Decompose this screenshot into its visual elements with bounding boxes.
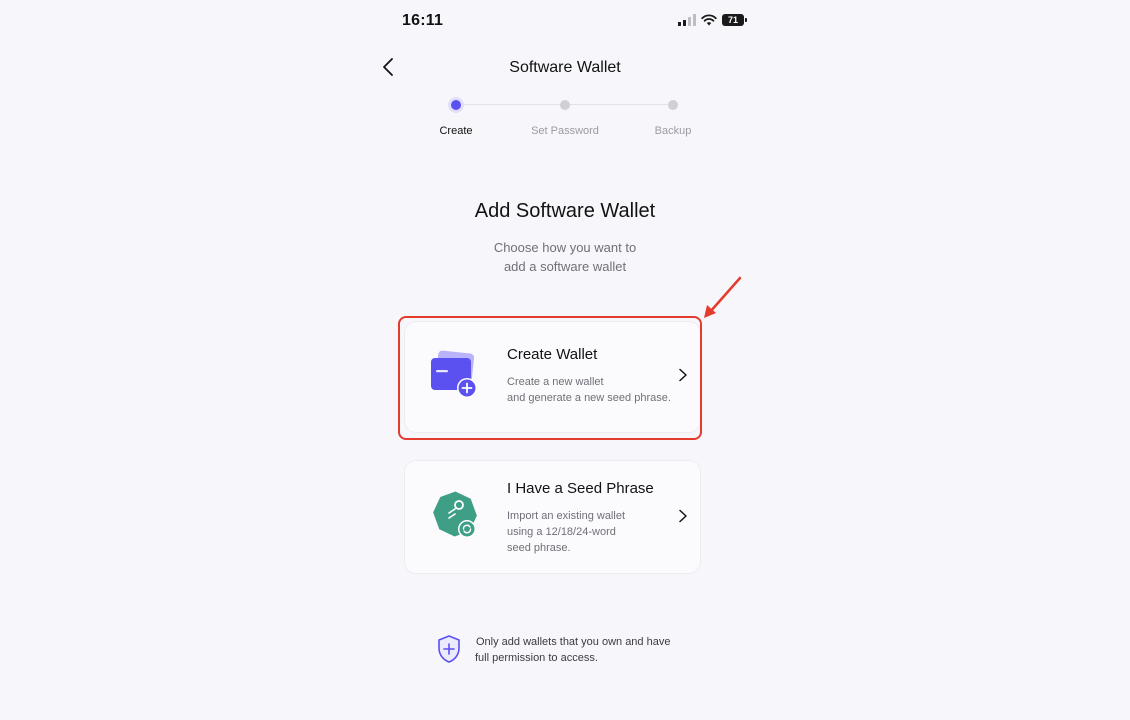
cellular-signal-icon — [678, 14, 696, 26]
page-title: Software Wallet — [509, 59, 621, 76]
section-heading: Add Software Wallet — [474, 200, 656, 222]
section-subheading: Choose how you want to add a software wa… — [415, 238, 715, 276]
create-wallet-option[interactable]: Create Wallet Create a new wallet and ge… — [404, 321, 701, 433]
battery-icon: 71 — [722, 14, 747, 26]
step-dot-create — [451, 100, 461, 110]
desc-line: Import an existing wallet — [507, 510, 625, 522]
shield-icon — [438, 635, 460, 663]
subheading-line-2: add a software wallet — [503, 259, 627, 274]
seed-phrase-title: I Have a Seed Phrase — [507, 480, 654, 497]
status-icons: 71 — [678, 14, 747, 26]
chevron-right-icon — [679, 368, 687, 382]
notice-line-1: Only add wallets that you own and have — [476, 636, 671, 648]
notice-line-2: full permission to access. — [475, 652, 598, 664]
step-dot-backup — [668, 100, 678, 110]
seed-tag-icon — [433, 491, 477, 538]
create-wallet-title: Create Wallet — [507, 346, 598, 363]
desc-line: using a 12/18/24-word — [507, 526, 616, 538]
desc-line: and generate a new seed phrase. — [507, 392, 671, 404]
subheading-line-1: Choose how you want to — [493, 240, 637, 255]
step-label-set-password: Set Password — [531, 125, 599, 137]
desc-line: seed phrase. — [507, 542, 571, 554]
create-wallet-description: Create a new wallet and generate a new s… — [507, 374, 687, 406]
seed-phrase-option[interactable]: I Have a Seed Phrase Import an existing … — [404, 460, 701, 574]
status-time: 16:11 — [402, 12, 444, 29]
wifi-icon — [701, 14, 717, 26]
step-label-create: Create — [439, 125, 473, 137]
back-chevron-icon[interactable] — [378, 56, 400, 78]
wallet-plus-icon — [431, 350, 477, 398]
desc-line: Create a new wallet — [507, 376, 604, 388]
seed-phrase-description: Import an existing wallet using a 12/18/… — [507, 508, 687, 556]
annotation-arrow-icon — [704, 276, 742, 318]
chevron-right-icon — [679, 509, 687, 523]
step-label-backup: Backup — [654, 125, 692, 137]
step-dot-set-password — [560, 100, 570, 110]
ownership-notice: Only add wallets that you own and have f… — [475, 634, 696, 666]
